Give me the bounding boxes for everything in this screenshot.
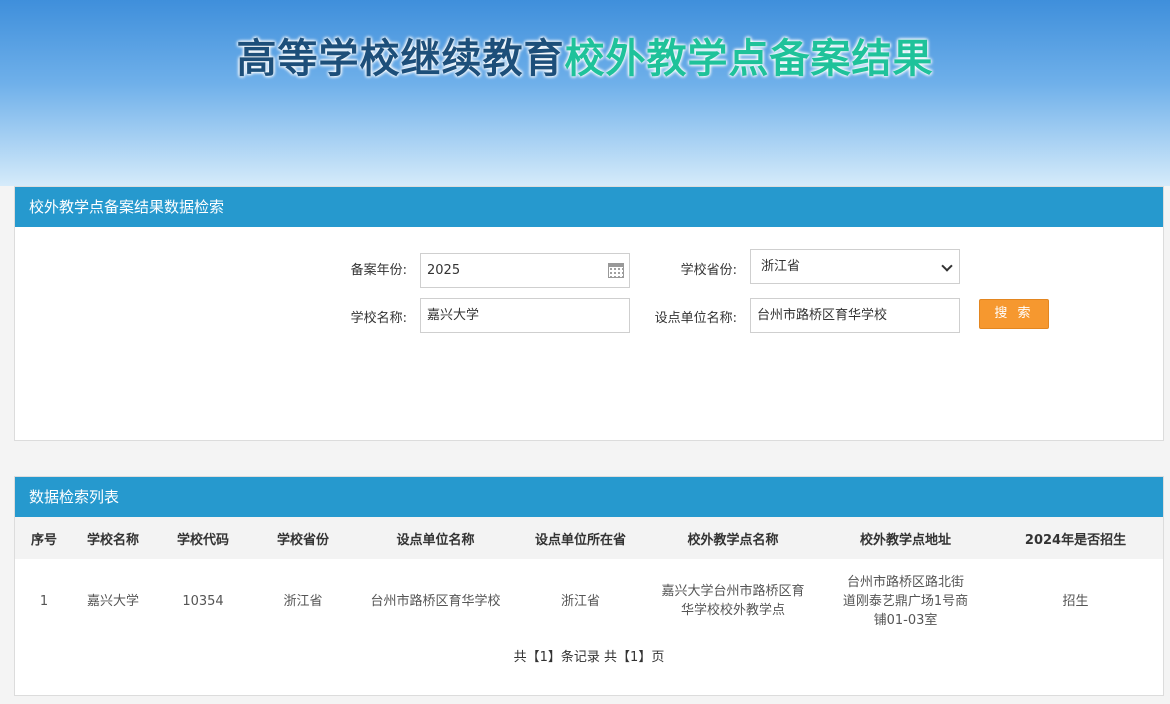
year-input-value: 2025 bbox=[427, 263, 461, 278]
calendar-icon[interactable] bbox=[608, 263, 624, 278]
school-input-value: 嘉兴大学 bbox=[427, 308, 480, 323]
unit-input[interactable]: 台州市路桥区育华学校 bbox=[750, 298, 960, 333]
col-header-index: 序号 bbox=[15, 517, 73, 559]
chevron-down-icon bbox=[941, 260, 953, 272]
results-table: 序号 学校名称 学校代码 学校省份 设点单位名称 设点单位所在省 校外教学点名称… bbox=[15, 517, 1163, 643]
school-input[interactable]: 嘉兴大学 bbox=[420, 298, 630, 333]
col-header-province: 学校省份 bbox=[253, 517, 353, 559]
col-header-unit: 设点单位名称 bbox=[353, 517, 518, 559]
school-label: 学校名称: bbox=[350, 311, 407, 326]
cell-site-name: 嘉兴大学台州市路桥区育华学校校外教学点 bbox=[661, 584, 805, 618]
unit-input-value: 台州市路桥区育华学校 bbox=[757, 308, 888, 323]
col-header-site-name: 校外教学点名称 bbox=[643, 517, 823, 559]
province-select[interactable]: 浙江省 bbox=[750, 249, 960, 284]
cell-code: 10354 bbox=[182, 593, 224, 609]
year-label: 备案年份: bbox=[350, 263, 407, 278]
search-button[interactable]: 搜 索 bbox=[979, 299, 1049, 329]
cell-unit: 台州市路桥区育华学校 bbox=[370, 593, 501, 609]
col-header-school: 学校名称 bbox=[73, 517, 153, 559]
col-header-unit-province: 设点单位所在省 bbox=[518, 517, 643, 559]
unit-label: 设点单位名称: bbox=[654, 311, 737, 326]
page-title-part1: 高等学校继续教育 bbox=[236, 36, 565, 82]
col-header-code: 学校代码 bbox=[153, 517, 253, 559]
col-header-enrolling: 2024年是否招生 bbox=[988, 517, 1163, 559]
page-title: 高等学校继续教育校外教学点备案结果 bbox=[0, 26, 1170, 84]
province-label: 学校省份: bbox=[680, 263, 737, 278]
col-header-site-address: 校外教学点地址 bbox=[823, 517, 988, 559]
table-header-row: 序号 学校名称 学校代码 学校省份 设点单位名称 设点单位所在省 校外教学点名称… bbox=[15, 517, 1163, 559]
results-panel: 数据检索列表 序号 学校名称 学校代码 学校省份 设点单位名称 设点单位所在省 … bbox=[14, 476, 1164, 696]
page-title-part2: 校外教学点备案结果 bbox=[564, 36, 934, 82]
cell-enrolling: 招生 bbox=[1062, 593, 1089, 609]
table-row: 1 嘉兴大学 10354 浙江省 台州市路桥区育华学校 浙江省 嘉兴大学台州市路… bbox=[15, 559, 1163, 643]
year-input[interactable]: 2025 bbox=[420, 253, 630, 288]
page-banner: 高等学校继续教育校外教学点备案结果 bbox=[0, 0, 1170, 186]
cell-unit-province: 浙江省 bbox=[560, 593, 600, 609]
cell-province: 浙江省 bbox=[283, 593, 323, 609]
search-panel-header: 校外教学点备案结果数据检索 bbox=[15, 187, 1163, 227]
cell-index: 1 bbox=[39, 593, 49, 609]
search-panel: 校外教学点备案结果数据检索 备案年份: 2025 学校省份: 浙江省 学校名称:… bbox=[14, 186, 1164, 441]
province-select-value: 浙江省 bbox=[761, 259, 801, 274]
cell-site-address: 台州市路桥区路北街道刚泰艺鼎广场1号商铺01-03室 bbox=[842, 574, 969, 628]
pagination-info: 共【1】条记录 共【1】页 bbox=[513, 650, 665, 665]
results-panel-header: 数据检索列表 bbox=[15, 477, 1163, 517]
cell-school: 嘉兴大学 bbox=[86, 593, 139, 609]
